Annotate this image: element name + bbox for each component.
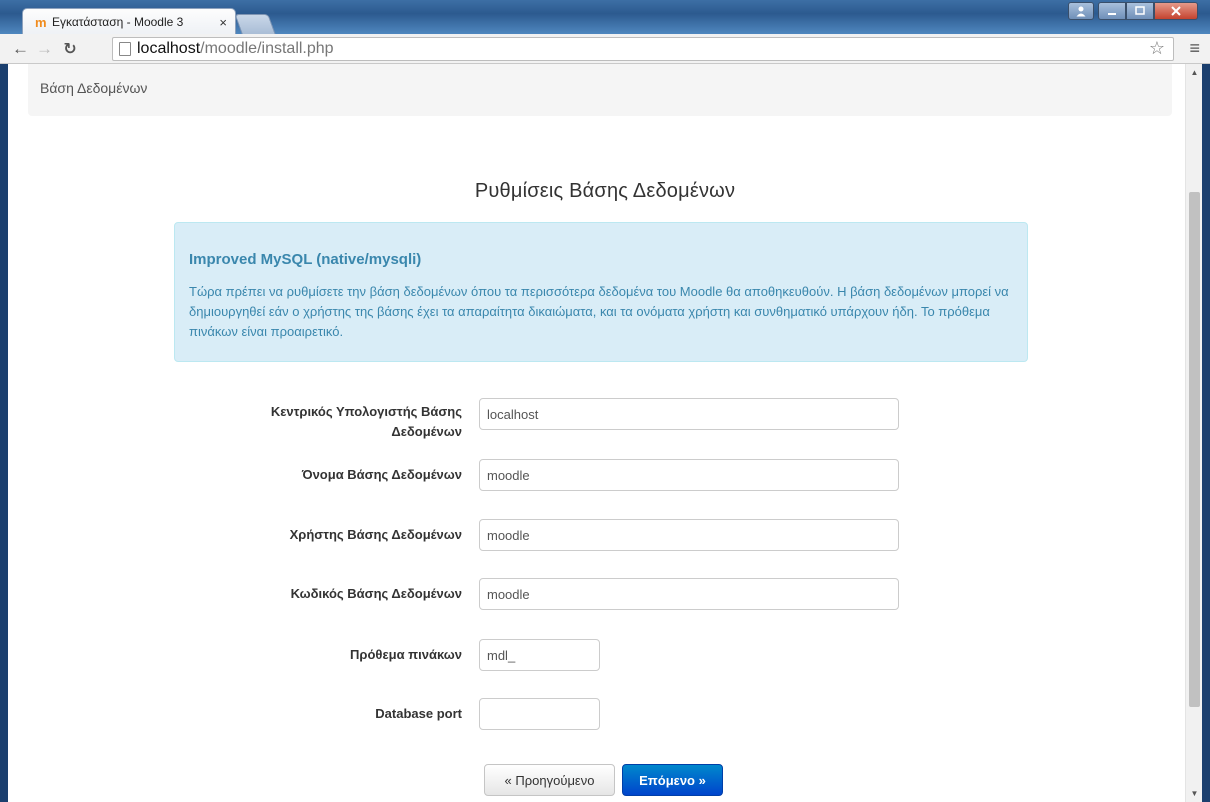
breadcrumb-item: Βάση Δεδομένων [40,80,148,96]
dbhost-label: Κεντρικός Υπολογιστής Βάσης Δεδομένων [270,404,462,439]
browser-tab[interactable]: m Εγκατάσταση - Moodle 3 × [22,8,236,35]
minimize-button[interactable] [1098,2,1126,20]
arrow-left-icon[interactable]: ← [12,39,29,59]
maximize-button[interactable] [1126,2,1154,20]
info-alert: Improved MySQL (native/mysqli) Τώρα πρέπ… [174,222,1028,362]
new-tab-button[interactable] [234,14,276,34]
dbname-label: Όνομα Βάσης Δεδομένων [301,467,462,482]
page-viewport: Βάση Δεδομένων Ρυθμίσεις Βάσης Δεδομένων… [8,64,1202,802]
star-icon[interactable]: ☆ [1149,38,1165,59]
dbpass-input[interactable] [479,578,899,610]
previous-button[interactable]: « Προηγούμενο [484,764,615,796]
dbuser-input[interactable] [479,519,899,551]
user-profile-icon[interactable] [1068,2,1094,20]
dbname-input[interactable] [479,459,899,491]
vertical-scrollbar[interactable]: ▲ ▼ [1185,64,1202,802]
dbuser-label: Χρήστης Βάσης Δεδομένων [289,527,462,542]
dbpass-label: Κωδικός Βάσης Δεδομένων [290,586,462,601]
page-title: Ρυθμίσεις Βάσης Δεδομένων [474,180,736,202]
tab-close-icon[interactable]: × [219,15,227,30]
scrollbar-thumb[interactable] [1189,192,1200,707]
moodle-favicon-icon: m [35,14,47,30]
arrow-right-icon[interactable]: → [36,39,53,59]
tab-title: Εγκατάσταση - Moodle 3 [52,15,184,29]
page-icon [119,42,131,56]
scroll-down-icon[interactable]: ▼ [1186,785,1202,802]
url-host: localhost [137,40,201,57]
window-controls [1068,2,1198,20]
url-path: /moodle/install.php [200,40,334,57]
window-titlebar: m Εγκατάσταση - Moodle 3 × [0,0,1210,35]
prefix-label: Πρόθεμα πινάκων [350,647,462,662]
alert-text: Τώρα πρέπει να ρυθμίσετε την βάση δεδομέ… [189,284,1009,339]
prefix-input[interactable] [479,639,600,671]
dbhost-input[interactable] [479,398,899,430]
alert-title: Improved MySQL (native/mysqli) [189,251,422,268]
breadcrumb: Βάση Δεδομένων [28,64,1172,116]
dbport-input[interactable] [479,698,600,730]
reload-icon[interactable]: ↻ [62,39,78,59]
dbport-label: Database port [375,706,462,721]
address-bar[interactable]: localhost/moodle/install.php ☆ [112,37,1174,61]
browser-toolbar: ← → ↻ localhost/moodle/install.php ☆ ≡ [0,34,1210,64]
scroll-up-icon[interactable]: ▲ [1186,64,1202,81]
close-window-button[interactable] [1154,2,1198,20]
hamburger-menu-icon[interactable]: ≡ [1189,38,1200,59]
next-button[interactable]: Επόμενο » [622,764,723,796]
